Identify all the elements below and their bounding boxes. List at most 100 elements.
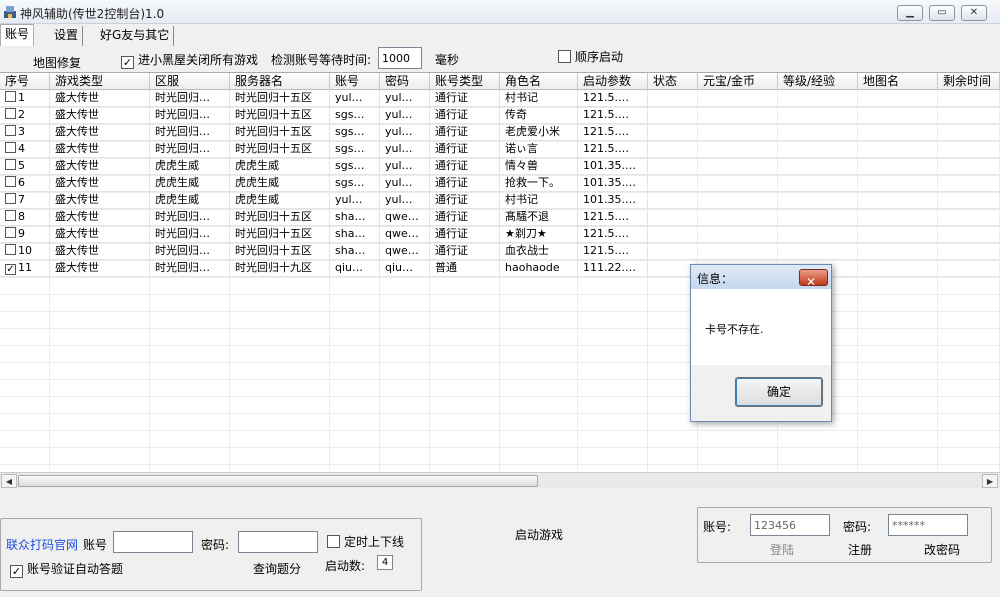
table-horizontal-scrollbar[interactable]: ◀ ▶ xyxy=(0,472,1000,488)
grid-line xyxy=(0,396,1000,397)
table-row[interactable]: 6 盛大传世 虎虎生威 虎虎生威 sgs… yul… 通行证 抢救一下。 101.35.… xyxy=(0,175,1000,192)
row-checkbox[interactable]: ✓ xyxy=(5,264,16,275)
table-row[interactable]: 10 盛大传世 时光回归… 时光回归十五区 sha… qwe… 通行证 血衣战士 121.5.… xyxy=(0,243,1000,260)
scrollbar-thumb[interactable] xyxy=(18,475,538,487)
captcha-account-input[interactable] xyxy=(113,531,193,553)
start-count-input[interactable]: 4 xyxy=(377,555,393,570)
table-cell: qwe… xyxy=(380,243,430,260)
dialog-close-button[interactable]: ✕ xyxy=(799,269,828,289)
table-row[interactable]: 2 盛大传世 时光回归… 时光回归十五区 sgs… yul… 通行证 传奇 121.5.… xyxy=(0,107,1000,124)
auto-answer-checkbox[interactable]: ✓ xyxy=(10,565,23,578)
detect-wait-label: 检测账号等待时间: xyxy=(271,53,372,67)
cell-text: 121.5.… xyxy=(583,91,629,104)
table-row[interactable]: 3 盛大传世 时光回归… 时光回归十五区 sgs… yul… 通行证 老虎爱小米 121.5.… xyxy=(0,124,1000,141)
cell-text: yul… xyxy=(385,91,413,104)
column-header[interactable]: 地图名 xyxy=(858,73,938,90)
column-header[interactable]: 剩余时间 xyxy=(938,73,1000,90)
cell-text: 101.35.… xyxy=(583,193,636,206)
cell-text: 时光回归… xyxy=(155,125,210,138)
column-header[interactable]: 角色名 xyxy=(500,73,578,90)
table-row[interactable]: 7 盛大传世 虎虎生威 虎虎生威 yul… yul… 通行证 村书记 101.35.… xyxy=(0,192,1000,209)
cell-text: 盛大传世 xyxy=(55,261,99,274)
row-checkbox[interactable] xyxy=(5,108,16,119)
cell-text: sgs… xyxy=(335,125,365,138)
cell-text: 虎虎生威 xyxy=(235,159,279,172)
account-table: 序号 游戏类型 区服 服务器名 账号 密码 账号类型 角色名 启动参数 状态 元宝/金币 等级/经验地… xyxy=(0,72,1000,472)
column-header[interactable]: 元宝/金币 xyxy=(698,73,778,90)
table-cell: 虎虎生威 xyxy=(230,158,330,175)
table-row[interactable]: 8 盛大传世 时光回归… 时光回归十五区 sha… qwe… 通行证 髙騒不退 121.5.… xyxy=(0,209,1000,226)
cell-text: 时光回归… xyxy=(155,244,210,257)
table-row[interactable]: ✓ 11 盛大传世 时光回归… 时光回归十九区 qiu… qiu… 普通 haohaode 111… xyxy=(0,260,1000,277)
row-checkbox[interactable] xyxy=(5,91,16,102)
cell-text: 盛大传世 xyxy=(55,227,99,240)
column-header[interactable]: 服务器名 xyxy=(230,73,330,90)
row-checkbox[interactable] xyxy=(5,193,16,204)
login-password-input[interactable] xyxy=(888,514,968,536)
captcha-site-link[interactable]: 联众打码官网 xyxy=(6,536,78,553)
column-header[interactable]: 状态 xyxy=(648,73,698,90)
dialog-ok-button[interactable]: 确定 xyxy=(735,377,823,407)
table-cell: 虎虎生威 xyxy=(230,192,330,209)
table-cell: 盛大传世 xyxy=(50,209,150,226)
map-repair-button[interactable]: 地图修复 xyxy=(33,54,81,71)
change-password-button[interactable]: 改密码 xyxy=(924,541,960,558)
captcha-account-label: 账号 xyxy=(83,538,108,552)
query-score-button[interactable]: 查询题分 xyxy=(253,560,301,577)
column-header[interactable]: 等级/经验 xyxy=(778,73,858,90)
cell-text: 通行证 xyxy=(435,142,468,155)
row-checkbox[interactable] xyxy=(5,159,16,170)
column-header[interactable]: 序号 xyxy=(0,73,50,90)
tab-account[interactable]: 账号 xyxy=(0,24,35,46)
tab-friends-other[interactable]: 好G友与其它 xyxy=(96,26,175,46)
table-row[interactable]: 4 盛大传世 时光回归… 时光回归十五区 sgs… yul… 通行证 诺ぃ言 121.5.… xyxy=(0,141,1000,158)
close-games-option[interactable]: ✓ 进小黑屋关闭所有游戏 xyxy=(121,51,258,69)
register-button[interactable]: 注册 xyxy=(848,541,872,558)
table-cell: 时光回归… xyxy=(150,124,230,141)
table-row[interactable]: 5 盛大传世 虎虎生威 虎虎生威 sgs… yul… 通行证 情々兽 101.35.… xyxy=(0,158,1000,175)
column-header[interactable]: 账号类型 xyxy=(430,73,500,90)
table-cell: sha… xyxy=(330,226,380,243)
minimize-button[interactable]: ▁ xyxy=(897,5,923,21)
table-cell: 时光回归… xyxy=(150,141,230,158)
row-checkbox[interactable] xyxy=(5,244,16,255)
column-header[interactable]: 账号 xyxy=(330,73,380,90)
table-cell: 9 xyxy=(0,226,50,243)
column-header[interactable]: 游戏类型 xyxy=(50,73,150,90)
detect-wait-input[interactable] xyxy=(378,47,422,69)
row-checkbox[interactable] xyxy=(5,125,16,136)
column-header[interactable]: 区服 xyxy=(150,73,230,90)
auto-answer-option[interactable]: ✓ 账号验证自动答题 xyxy=(10,560,123,578)
table-cell: 盛大传世 xyxy=(50,192,150,209)
row-checkbox[interactable] xyxy=(5,227,16,238)
column-header[interactable]: 密码 xyxy=(380,73,430,90)
table-row[interactable]: 1 盛大传世 时光回归… 时光回归十五区 yul… yul… 通行证 村书记 121.5.… xyxy=(0,90,1000,107)
row-checkbox[interactable] xyxy=(5,210,16,221)
row-checkbox[interactable] xyxy=(5,142,16,153)
login-button[interactable]: 登陆 xyxy=(770,541,794,558)
close-games-checkbox[interactable]: ✓ xyxy=(121,56,134,69)
grid-line xyxy=(0,430,1000,431)
sequential-start-option[interactable]: 顺序启动 xyxy=(558,48,623,65)
column-header[interactable]: 启动参数 xyxy=(578,73,648,90)
sequential-start-checkbox[interactable] xyxy=(558,50,571,63)
captcha-password-input[interactable] xyxy=(238,531,318,553)
table-cell: yul… xyxy=(380,107,430,124)
scroll-right-icon[interactable]: ▶ xyxy=(982,474,998,488)
row-checkbox[interactable] xyxy=(5,176,16,187)
cell-text: 通行证 xyxy=(435,176,468,189)
auto-answer-label: 账号验证自动答题 xyxy=(27,562,124,576)
timed-online-checkbox[interactable] xyxy=(327,535,340,548)
cell-text: 通行证 xyxy=(435,108,468,121)
login-account-input[interactable] xyxy=(750,514,830,536)
scroll-left-icon[interactable]: ◀ xyxy=(1,474,17,488)
launch-game-button[interactable]: 启动游戏 xyxy=(515,526,563,543)
timed-online-option[interactable]: 定时上下线 xyxy=(327,533,404,550)
close-button[interactable]: ✕ xyxy=(961,5,987,21)
table-cell: 通行证 xyxy=(430,141,500,158)
table-cell: 情々兽 xyxy=(500,158,578,175)
table-cell: 时光回归十五区 xyxy=(230,124,330,141)
maximize-button[interactable]: ▭ xyxy=(929,5,955,21)
tab-settings[interactable]: 设置 xyxy=(50,26,84,46)
table-row[interactable]: 9 盛大传世 时光回归… 时光回归十五区 sha… qwe… 通行证 ★剃刀★ 121.5.… xyxy=(0,226,1000,243)
